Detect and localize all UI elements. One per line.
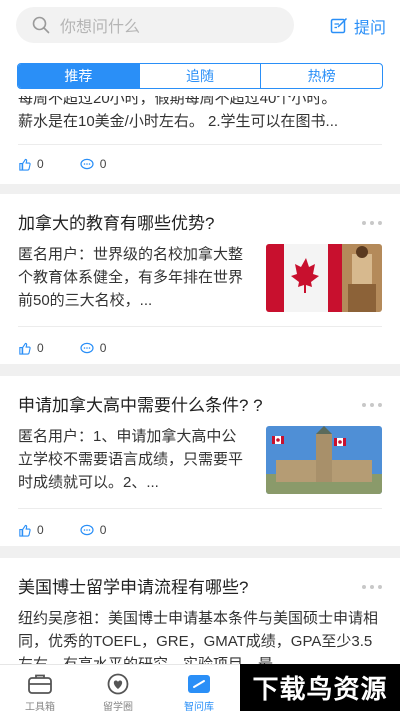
tab-following[interactable]: 追随 (138, 64, 261, 88)
tab-hot[interactable]: 热榜 (260, 64, 382, 88)
divider (18, 326, 382, 327)
card-stats: 0 0 (18, 523, 142, 537)
question-title[interactable]: 加拿大的教育有哪些优势? (18, 209, 214, 234)
card-stats: 0 0 (18, 341, 142, 355)
ask-question-button[interactable]: 提问 (330, 14, 386, 38)
nav-question-library[interactable]: 智问库 (169, 673, 229, 711)
search-input[interactable]: 你想问什么 (16, 7, 294, 43)
canada-flag-thumbnail (266, 244, 382, 312)
search-icon (32, 16, 50, 34)
card-stats: 0 0 (18, 157, 142, 171)
like-button[interactable]: 0 (18, 157, 44, 171)
thumbs-up-icon (19, 342, 31, 355)
comment-count: 0 (99, 523, 107, 537)
comment-count: 0 (99, 157, 107, 171)
answer-snippet: 匿名用户：1、申请加拿大高中公立学校不需要语言成绩，只需要平时成绩就可以。2、.… (18, 428, 244, 491)
comment-button[interactable]: 0 (80, 341, 107, 355)
like-count: 0 (37, 341, 44, 355)
nav-toolbox[interactable]: 工具箱 (10, 673, 70, 711)
comment-icon (80, 158, 94, 169)
answer-snippet-line: 薪水是在10美金/小时左右。 2.学生可以在图书... (18, 113, 339, 130)
answer-snippet: 匿名用户：世界级的名校加拿大整个教育体系健全，有多年排在世界前50的三大名校，.… (18, 246, 244, 309)
answer-snippet: 纽约吴彦祖：美国博士申请基本条件与美国硕士申请相同，优秀的TOEFL，GRE，G… (18, 610, 379, 664)
parliament-thumbnail (266, 426, 382, 494)
question-title[interactable]: 美国博士留学申请流程有哪些? (18, 573, 248, 598)
top-bar: 你想问什么 提问 (0, 0, 400, 52)
comment-icon (80, 342, 94, 353)
search-placeholder: 你想问什么 (60, 19, 141, 36)
answer-snippet-line: 每周不超过20小时，假期每周不超过40个小时。 (18, 96, 337, 107)
comment-button[interactable]: 0 (80, 523, 107, 537)
thumbs-up-icon (19, 524, 31, 537)
nav-label: 工具箱 (25, 702, 55, 711)
answer-snippet: 每周不超过20小时，假期每周不超过40个小时。 薪水是在10美金/小时左右。 2… (18, 96, 388, 133)
heart-circle-icon (107, 673, 129, 695)
more-options-icon[interactable] (358, 403, 382, 407)
comment-icon (80, 524, 94, 535)
like-count: 0 (37, 157, 44, 171)
question-card[interactable]: 每周不超过20小时，假期每周不超过40个小时。 薪水是在10美金/小时左右。 2… (0, 96, 400, 184)
nav-label: 智问库 (184, 702, 214, 711)
question-title[interactable]: 申请加拿大高中需要什么条件? ? (18, 391, 263, 416)
ask-label: 提问 (354, 20, 387, 37)
watermark-logo: 下载鸟资源 (240, 664, 400, 711)
like-count: 0 (37, 523, 44, 537)
comment-button[interactable]: 0 (80, 157, 107, 171)
thumbs-up-icon (19, 158, 31, 171)
like-button[interactable]: 0 (18, 523, 44, 537)
question-card[interactable]: 加拿大的教育有哪些优势? 匿名用户：世界级的名校加拿大整个教育体系健全，有多年排… (0, 194, 400, 364)
question-card[interactable]: 美国博士留学申请流程有哪些? 纽约吴彦祖：美国博士申请基本条件与美国硕士申请相同… (0, 558, 400, 664)
comment-count: 0 (99, 341, 107, 355)
question-card[interactable]: 申请加拿大高中需要什么条件? ? 匿名用户：1、申请加拿大高中公立学校不需要语言… (0, 376, 400, 546)
toolbox-icon (28, 674, 52, 694)
segmented-control: 推荐 追随 热榜 (17, 63, 383, 89)
edit-icon (330, 17, 348, 34)
question-library-icon (188, 675, 210, 693)
more-options-icon[interactable] (358, 585, 382, 589)
nav-label: 留学圈 (103, 702, 133, 711)
like-button[interactable]: 0 (18, 341, 44, 355)
tab-bar: 推荐 追随 热榜 (0, 52, 400, 96)
more-options-icon[interactable] (358, 221, 382, 225)
tab-recommended[interactable]: 推荐 (18, 64, 139, 88)
divider (18, 508, 382, 509)
nav-study-abroad-circle[interactable]: 留学圈 (88, 673, 148, 711)
divider (18, 144, 382, 145)
